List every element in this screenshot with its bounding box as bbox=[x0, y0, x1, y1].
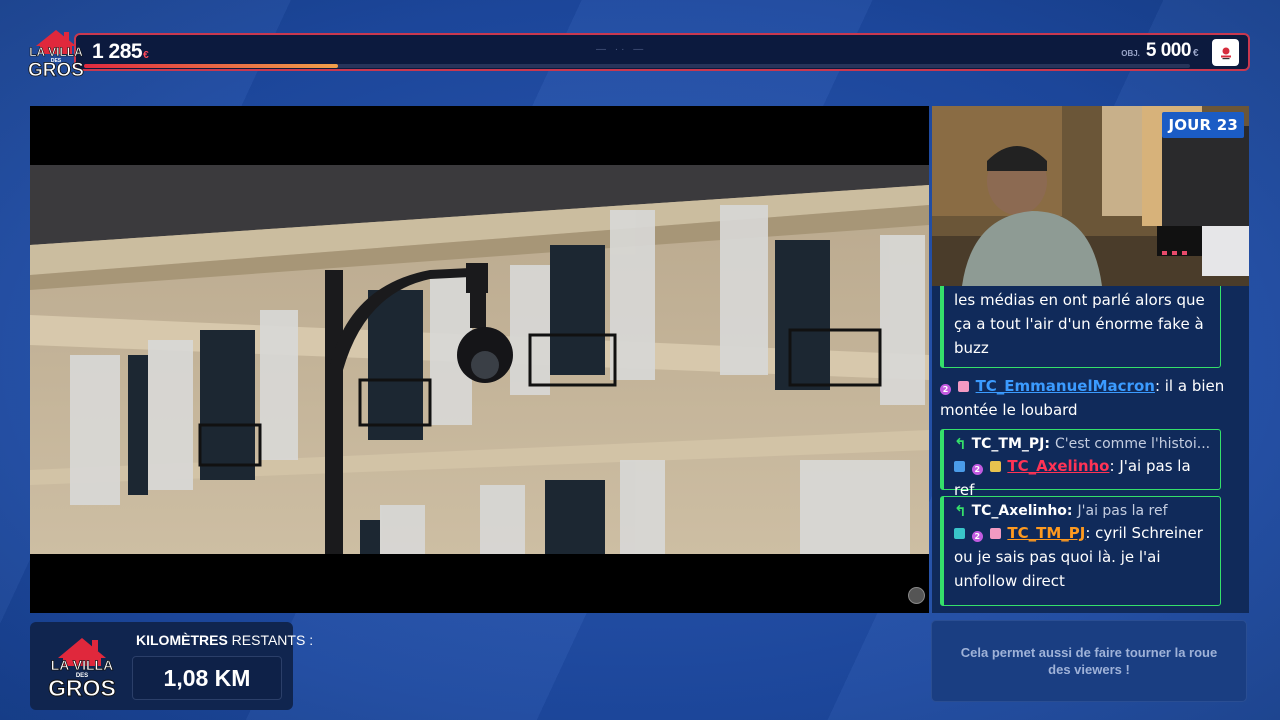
sponsor-logo-icon bbox=[1212, 39, 1239, 66]
reply-arrow-icon: ↰ bbox=[954, 502, 967, 520]
subscriber-badge-icon: 2 bbox=[940, 384, 951, 395]
gift-badge-icon bbox=[989, 461, 1001, 472]
km-title: KILOMÈTRES RESTANTS : bbox=[136, 632, 314, 648]
reply-header: ↰ TC_Axelinho: J'ai pas la ref bbox=[954, 501, 1210, 521]
villa-des-gros-logo: LA VILLA GROS DES bbox=[26, 24, 86, 81]
chat-message-text: les médias en ont parlé alors que ça a t… bbox=[954, 291, 1205, 357]
video-player[interactable] bbox=[30, 106, 929, 613]
chat-reply-message: ↰ TC_TM_PJ: C'est comme l'histoi... 2 TC… bbox=[940, 429, 1221, 499]
day-counter-badge: JOUR 23 bbox=[1162, 112, 1244, 138]
subscriber-badge-icon: 2 bbox=[971, 464, 983, 475]
svg-text:LA VILLA: LA VILLA bbox=[29, 45, 83, 59]
reply-arrow-icon: ↰ bbox=[954, 435, 967, 453]
donation-progress-bar: 1 285€ — ·· — OBJ. 5 000 € bbox=[74, 33, 1250, 71]
reply-username[interactable]: TC_Axelinho: bbox=[972, 501, 1073, 521]
chat-panel[interactable]: les médias en ont parlé alors que ça a t… bbox=[932, 286, 1249, 613]
reply-header: ↰ TC_TM_PJ: C'est comme l'histoi... bbox=[954, 434, 1210, 454]
svg-text:DES: DES bbox=[51, 58, 62, 64]
prediction-badge-icon bbox=[954, 461, 965, 472]
chat-username[interactable]: TC_EmmanuelMacron bbox=[976, 377, 1155, 395]
chat-username[interactable]: TC_Axelinho bbox=[1007, 457, 1109, 475]
prediction-badge-icon bbox=[954, 528, 965, 539]
reply-quote: C'est comme l'histoi... bbox=[1054, 436, 1210, 452]
subscriber-badge-icon: 2 bbox=[971, 531, 983, 542]
objective-amount: OBJ. 5 000 € bbox=[1121, 40, 1198, 61]
channel-avatar-icon bbox=[908, 587, 925, 604]
info-banner: Cela permet aussi de faire tourner la ro… bbox=[931, 620, 1247, 702]
gift-badge-icon bbox=[957, 381, 969, 392]
progress-fill bbox=[84, 64, 339, 68]
current-amount: 1 285€ bbox=[92, 40, 149, 63]
gift-badge-icon bbox=[989, 528, 1001, 539]
reply-quote: J'ai pas la ref bbox=[1077, 503, 1168, 519]
progress-track bbox=[84, 64, 1190, 68]
svg-text:GROS: GROS bbox=[48, 675, 116, 700]
chat-username[interactable]: TC_TM_PJ bbox=[1007, 524, 1085, 542]
chat-message-highlighted: les médias en ont parlé alors que ça a t… bbox=[940, 286, 1221, 368]
chat-message: 2 TC_EmmanuelMacron: il a bien montée le… bbox=[940, 374, 1230, 422]
video-frame-street-camera bbox=[30, 165, 929, 554]
km-value: 1,08 KM bbox=[132, 656, 282, 700]
streamer-webcam: JOUR 23 bbox=[932, 106, 1249, 286]
svg-text:LA VILLA: LA VILLA bbox=[51, 657, 113, 673]
chat-reply-message: ↰ TC_Axelinho: J'ai pas la ref 2 TC_TM_P… bbox=[940, 496, 1221, 606]
reply-username[interactable]: TC_TM_PJ: bbox=[972, 434, 1050, 454]
villa-des-gros-logo: LA VILLA DES GROS bbox=[46, 630, 118, 701]
progress-center-mark: — ·· — bbox=[596, 44, 647, 55]
